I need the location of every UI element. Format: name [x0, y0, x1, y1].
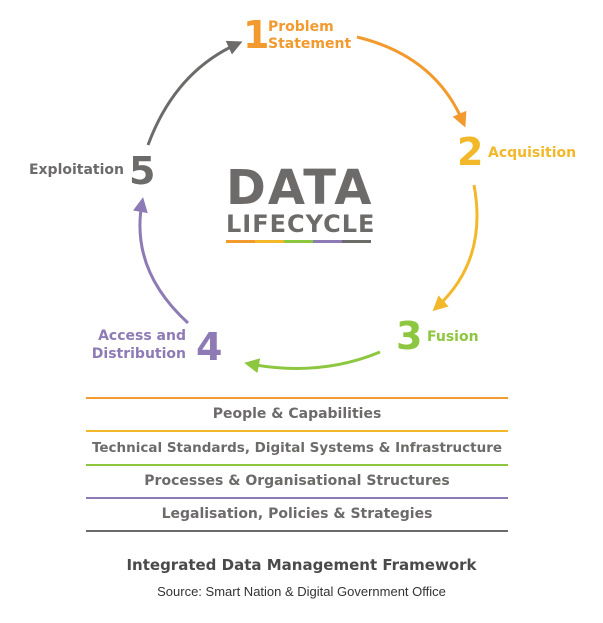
source-note: Source: Smart Nation & Digital Governmen…: [157, 584, 446, 599]
underline-segment-gray: [342, 240, 371, 243]
stage-3-label: Fusion: [427, 329, 479, 345]
stage-4-number: 4: [196, 325, 223, 369]
underline-segment-green: [284, 240, 313, 243]
arrow-problem-to-acquisition: [356, 35, 467, 128]
underline-segment-yellow: [255, 240, 284, 243]
lifecycle-title-lifecycle: LIFECYCLE: [226, 210, 376, 238]
framework-layer-processes: Processes & Organisational Structures: [144, 473, 450, 489]
underline-segment-orange: [226, 240, 255, 243]
arrow-fusion-to-access: [244, 350, 381, 374]
lifecycle-title-underline: [226, 240, 371, 243]
stage-2-number: 2: [457, 130, 484, 174]
framework-layer-technical: Technical Standards, Digital Systems & I…: [91, 440, 503, 456]
arrow-exploitation-to-problem: [146, 40, 243, 146]
underline-segment-purple: [313, 240, 342, 243]
stage-5-label: Exploitation: [28, 162, 124, 178]
data-lifecycle-figure: DATA LIFECYCLE 1 Problem Statement 2 Acq…: [0, 0, 603, 623]
framework-rule-4: [86, 530, 508, 532]
framework-rule-1: [86, 430, 508, 432]
stage-1-label-line1: Problem: [268, 19, 334, 35]
arrow-access-to-exploitation: [133, 197, 190, 325]
stage-1-number: 1: [243, 13, 270, 57]
arrow-acquisition-to-fusion: [432, 184, 479, 312]
stage-4-label-line1: Access and: [98, 328, 186, 344]
framework-title: Integrated Data Management Framework: [126, 556, 477, 574]
stage-1-label-line2: Statement: [268, 36, 352, 52]
framework-layer-legalisation: Legalisation, Policies & Strategies: [161, 506, 433, 522]
stage-5-number: 5: [129, 149, 156, 193]
stage-3-number: 3: [396, 314, 423, 358]
lifecycle-title-data: DATA: [226, 160, 374, 216]
stage-4-label-line2: Distribution: [91, 346, 186, 362]
stage-2-label: Acquisition: [488, 145, 577, 161]
framework-layer-people: People & Capabilities: [212, 406, 382, 422]
